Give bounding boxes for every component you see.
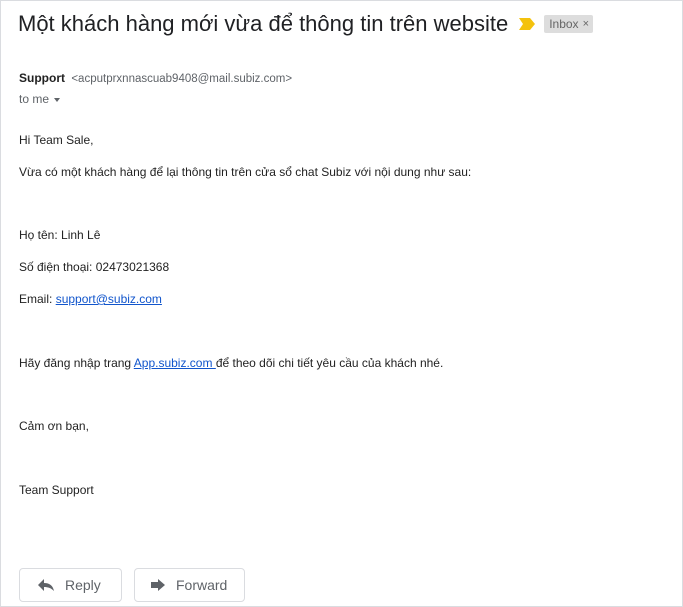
body-intro: Vừa có một khách hàng để lại thông tin t… [19, 165, 472, 179]
reply-arrow-icon [37, 578, 55, 592]
email-view: Một khách hàng mới vừa để thông tin trên… [0, 0, 683, 607]
reply-label: Reply [65, 577, 101, 593]
body-greeting: Hi Team Sale, [19, 133, 94, 147]
recipient-text: to me [19, 92, 50, 106]
sender-name[interactable]: Support [19, 71, 65, 85]
body-name-line: Họ tên: Linh Lê [19, 228, 101, 242]
inbox-label-text: Inbox [549, 17, 579, 31]
body-thanks: Cảm ơn bạn, [19, 419, 89, 433]
email-prefix: Email: [19, 292, 56, 306]
customer-email-link[interactable]: support@subiz.com [56, 292, 162, 306]
caret-down-icon[interactable] [54, 98, 61, 102]
reply-button[interactable]: Reply [19, 568, 122, 602]
forward-button[interactable]: Forward [134, 568, 245, 602]
importance-marker-icon[interactable] [518, 17, 536, 31]
forward-arrow-icon [150, 578, 166, 592]
forward-label: Forward [176, 577, 228, 593]
remove-label-icon[interactable]: × [583, 16, 589, 32]
login-prefix: Hãy đăng nhập trang [19, 356, 134, 370]
sender-line: Support <acputprxnnascuab9408@mail.subiz… [19, 71, 292, 85]
login-suffix: để theo dõi chi tiết yêu cầu của khách n… [215, 356, 444, 370]
body-email-line: Email: support@subiz.com [19, 292, 162, 306]
sender-email: <acputprxnnascuab9408@mail.subiz.com> [71, 73, 293, 85]
recipient-details-toggle[interactable]: to me [19, 92, 61, 106]
inbox-label-chip: Inbox × [544, 15, 593, 33]
email-subject: Một khách hàng mới vừa để thông tin trên… [18, 11, 509, 36]
subject-row: Một khách hàng mới vừa để thông tin trên… [18, 11, 593, 37]
body-signature: Team Support [19, 483, 94, 497]
body-phone-line: Số điện thoại: 02473021368 [19, 260, 170, 274]
body-login-line: Hãy đăng nhập trang App.subiz.com để the… [19, 356, 443, 370]
app-subiz-link[interactable]: App.subiz.com [134, 356, 216, 370]
